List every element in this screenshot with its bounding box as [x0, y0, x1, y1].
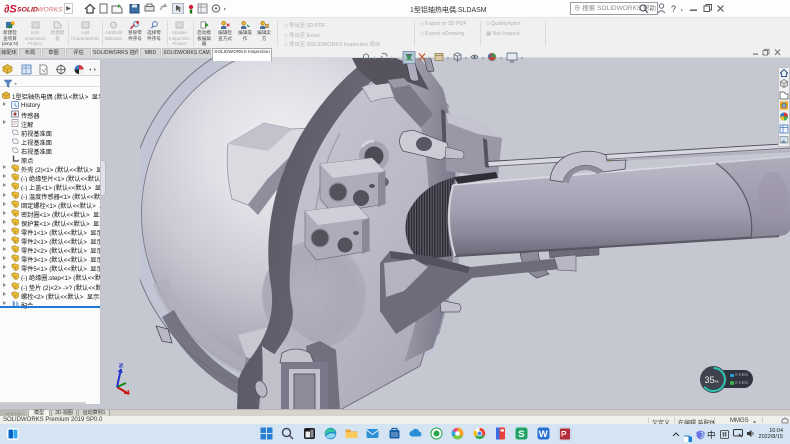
svg-text:S: S — [518, 429, 524, 440]
svg-text:W: W — [538, 429, 547, 440]
svg-text:?: ? — [671, 4, 676, 14]
svg-text:∂S: ∂S — [4, 4, 17, 16]
svg-text:SOLID: SOLID — [17, 7, 38, 14]
svg-text:WORKS: WORKS — [37, 7, 63, 14]
